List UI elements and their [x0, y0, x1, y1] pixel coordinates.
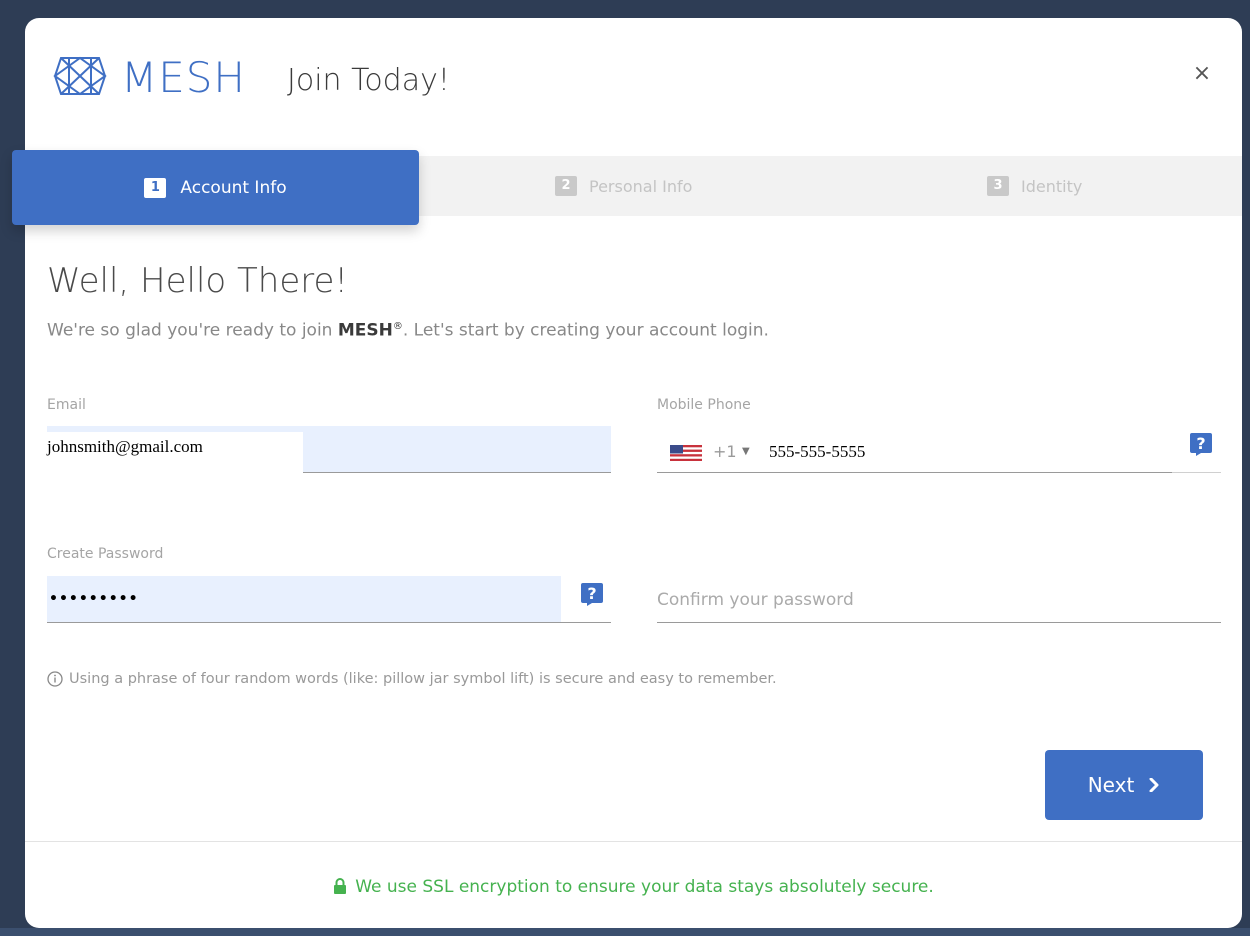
phone-underline-help — [1172, 472, 1221, 473]
step-number: 1 — [144, 177, 167, 198]
email-field[interactable]: johnsmith@gmail.com — [47, 426, 611, 474]
svg-text:?: ? — [1196, 434, 1205, 453]
step-account-info[interactable]: 1 Account Info — [12, 150, 419, 225]
password-value: ••••••••• — [49, 591, 139, 607]
ssl-notice: We use SSL encryption to ensure your dat… — [25, 874, 1242, 900]
help-icon[interactable]: ? — [580, 582, 604, 606]
chevron-right-icon — [1149, 778, 1159, 792]
info-icon — [47, 671, 63, 687]
password-hint: Using a phrase of four random words (lik… — [47, 669, 777, 689]
email-label: Email — [47, 397, 86, 413]
step-number: 3 — [987, 176, 1009, 196]
step-number: 2 — [555, 176, 577, 196]
step-label: Personal Info — [589, 176, 693, 196]
dial-code[interactable]: +1 — [713, 441, 737, 463]
close-icon: × — [1192, 61, 1212, 86]
password-field[interactable]: ••••••••• — [47, 576, 611, 623]
phone-underline — [657, 472, 1172, 473]
phone-value: 555-555-5555 — [769, 442, 866, 461]
confirm-password-input[interactable] — [657, 584, 1217, 616]
signup-modal: MESH Join Today! × 1 Account Info 2 Pers… — [12, 18, 1242, 928]
email-value: johnsmith@gmail.com — [47, 437, 203, 456]
intro-before: We're so glad you're ready to join — [47, 320, 338, 341]
password-label: Create Password — [47, 546, 164, 562]
step-personal-info[interactable]: 2 Personal Info — [555, 168, 692, 204]
close-button[interactable]: × — [1190, 62, 1214, 86]
registered-mark: ® — [392, 321, 403, 332]
caret-down-icon[interactable]: ▼ — [742, 443, 750, 461]
lock-icon — [334, 878, 347, 894]
next-button-label: Next — [1087, 773, 1135, 797]
mesh-logo-icon — [53, 56, 107, 96]
greeting-heading: Well, Hello There! — [47, 261, 349, 301]
step-identity[interactable]: 3 Identity — [987, 168, 1082, 204]
step-label: Identity — [1021, 176, 1083, 196]
intro-text: We're so glad you're ready to join MESH®… — [47, 314, 1197, 344]
next-button[interactable]: Next — [1045, 750, 1203, 820]
confirm-password-field[interactable] — [657, 576, 1221, 623]
page-backdrop — [0, 928, 1250, 936]
password-hint-text: Using a phrase of four random words (lik… — [69, 671, 777, 687]
ssl-text: We use SSL encryption to ensure your dat… — [355, 877, 934, 897]
us-flag-icon[interactable] — [670, 445, 702, 461]
svg-text:?: ? — [587, 584, 596, 603]
intro-brand: MESH — [337, 320, 393, 341]
intro-after: . Let's start by creating your account l… — [402, 320, 769, 341]
step-label: Account Info — [180, 177, 287, 198]
phone-label: Mobile Phone — [657, 397, 751, 413]
modal-header: MESH Join Today! × — [25, 18, 1242, 150]
modal-title: Join Today! — [287, 63, 450, 98]
brand-wordmark: MESH — [121, 53, 247, 102]
footer-divider — [25, 841, 1242, 842]
help-icon[interactable]: ? — [1189, 432, 1213, 456]
